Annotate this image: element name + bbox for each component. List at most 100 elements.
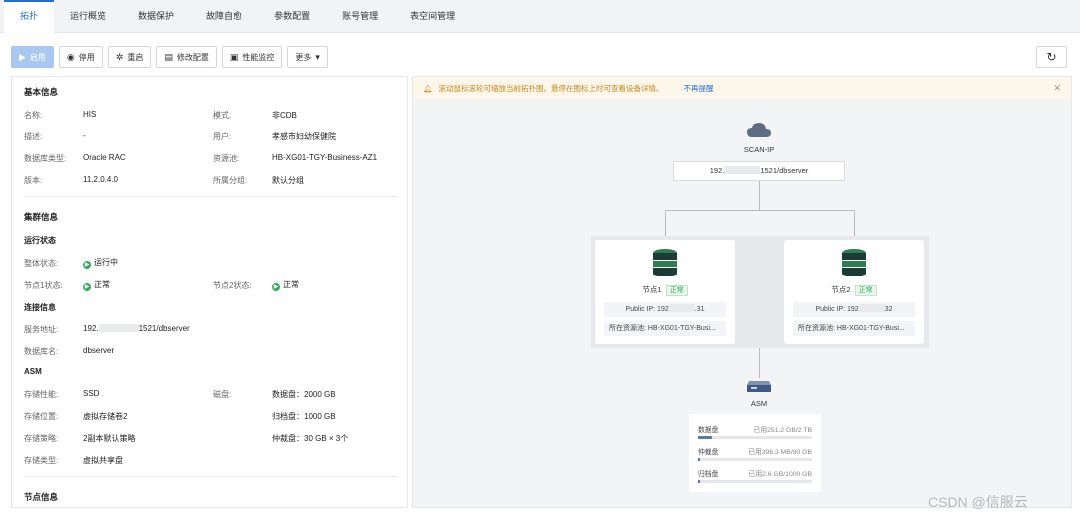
tab-topology[interactable]: 拓扑 [4,0,55,33]
disk-usage: 已用396.3 MB/90 GB [748,449,812,456]
usage-fill [698,480,700,483]
tab-self-healing[interactable]: 故障自愈 [190,0,258,33]
topology-panel[interactable]: 🔔︎ 滚动鼠标滚轮可缩放当前拓扑图。悬停在图标上时可查看设备详情。 不再提醒 ✕… [412,76,1072,508]
node1-status-text: 正常 [94,280,110,289]
disk-name: 仲裁盘 [698,449,719,456]
service-address-value: 192. 1521/dbserver [83,324,190,333]
usage-bar [698,480,812,483]
storage-policy-value: 2副本默认策略 [83,434,136,443]
dbtype-label: 数据库类型: [24,154,67,163]
node2-ip-suffix: 32 [884,306,893,313]
disk-name: 数据盘 [698,427,719,434]
asm-label: ASM [750,399,768,408]
connector-line [759,348,760,378]
asm-usage-card: 数据盘 已用251.2 GB/2 TB 仲裁盘 已用396.3 MB/90 GB… [689,414,821,492]
storage-type-value: 虚拟共享盘 [83,456,123,465]
monitor-icon: ▣ [229,51,239,62]
name-value: HIS [83,110,97,119]
pool-label: 资源池: [213,154,240,163]
performance-monitor-button[interactable]: ▣ 性能监控 [221,46,283,68]
node1-public-ip: Public IP: 192 .31 [604,302,726,317]
node1-ip-suffix: .31 [694,306,705,313]
arbitration-disk-value: 仲裁盘：30 GB × 3个 [272,434,349,443]
tab-bar: 拓扑 运行概览 数据保护 故障自愈 参数配置 账号管理 表空间管理 [0,0,1080,33]
scan-prefix: 192. [709,166,725,175]
storage-location-label: 存储位置: [24,412,59,421]
node2-card[interactable]: 节点2 正常 Public IP: 192 32 所在资源池: HB-XG01-TG… [784,240,924,344]
start-button[interactable]: ▶ 启用 [11,46,54,68]
usage-fill [698,458,700,461]
ok-icon: ▶ [83,283,91,291]
more-dropdown[interactable]: 更多 ▾ [287,46,328,68]
cloud-icon[interactable] [746,121,772,139]
overall-status-text: 运行中 [94,258,118,267]
start-label: 启用 [29,52,46,62]
node1-ip-prefix: Public IP: 192 [625,306,669,313]
usage-bar [698,436,812,439]
disk-usage: 已用2.6 GB/1000 GB [748,471,812,478]
connector-line [665,210,855,211]
restart-label: 重启 [127,52,144,62]
tab-overview[interactable]: 运行概览 [54,0,122,33]
dbname-value: dbserver [83,346,115,355]
tab-parameters[interactable]: 参数配置 [258,0,326,33]
stop-label: 停用 [78,52,95,62]
modify-config-button[interactable]: ▤ 修改配置 [156,46,217,68]
redacted-mask [858,304,885,312]
restart-icon: ✲ [115,51,124,62]
address-suffix: 1521/dbserver [138,324,190,333]
refresh-button[interactable]: ↻ [1036,46,1067,68]
address-prefix: 192. [83,324,99,333]
stop-button[interactable]: ◉ 停用 [58,46,103,68]
node1-card[interactable]: 节点1 正常 Public IP: 192 .31 所在资源池: HB-XG01-T… [595,240,735,344]
usage-bar [698,458,812,461]
dismiss-link[interactable]: 不再提醒 [684,83,714,94]
refresh-icon: ↻ [1046,50,1057,64]
node2-ip-prefix: Public IP: 192 [815,306,859,313]
connection-title: 连接信息 [24,303,56,312]
basic-info-title: 基本信息 [24,87,59,97]
tab-accounts[interactable]: 账号管理 [326,0,394,33]
tab-data-protection[interactable]: 数据保护 [122,0,190,33]
overall-status-label: 整体状态: [24,259,59,268]
node2-title: 节点2 正常 [784,284,924,296]
redacted-mask [668,304,695,312]
node1-status-value: ▶ 正常 [83,279,110,291]
desc-label: 描述: [24,132,43,141]
restart-button[interactable]: ✲ 重启 [107,46,152,68]
dbtype-value: Oracle RAC [83,153,126,162]
bell-icon: 🔔︎ [423,83,433,93]
tab-tablespace[interactable]: 表空间管理 [394,0,471,33]
scan-ip-label: SCAN-IP [743,145,775,154]
node2-status-label: 节点2状态: [213,281,252,290]
storage-perf-label: 存储性能: [24,390,59,399]
node2-public-ip: Public IP: 192 32 [793,302,915,317]
storage-policy-label: 存储策略: [24,434,59,443]
close-icon[interactable]: ✕ [1053,83,1061,94]
pool-value: HB-XG01-TGY-Business-AZ1 [272,153,378,162]
version-label: 版本: [24,176,43,185]
run-status-title: 运行状态 [24,236,56,245]
disk-label: 磁盘: [213,390,232,399]
storage-icon[interactable] [746,377,772,393]
data-disk-value: 数据盘：2000 GB [272,390,336,399]
node-info-title: 节点信息 [24,492,59,502]
user-label: 用户: [213,132,232,141]
config-icon: ▤ [164,51,173,62]
more-label: 更多 [295,52,312,62]
caret-down-icon: ▾ [315,51,320,62]
mode-label: 模式: [213,111,232,120]
info-panel: 基本信息 名称: HIS 模式: 非CDB 描述: - 用户: 孝感市妇幼保健院… [11,76,408,508]
database-server-icon [653,249,677,276]
database-server-icon [842,249,866,276]
group-value: 默认分组 [272,176,304,185]
archive-disk-value: 归档盘：1000 GB [272,412,336,421]
node2-name: 节点2 [831,285,851,294]
disk-usage: 已用251.2 GB/2 TB [753,427,812,434]
scan-ip-address[interactable]: 192. 1521/dbserver [673,161,845,181]
cluster-info-title: 集群信息 [24,212,59,222]
toolbar: ▶ 启用 ◉ 停用 ✲ 重启 ▤ 修改配置 ▣ 性能监控 更多 ▾ [11,46,328,68]
divider [24,476,397,477]
node2-status-text: 正常 [283,280,299,289]
status-badge: 正常 [665,285,688,296]
